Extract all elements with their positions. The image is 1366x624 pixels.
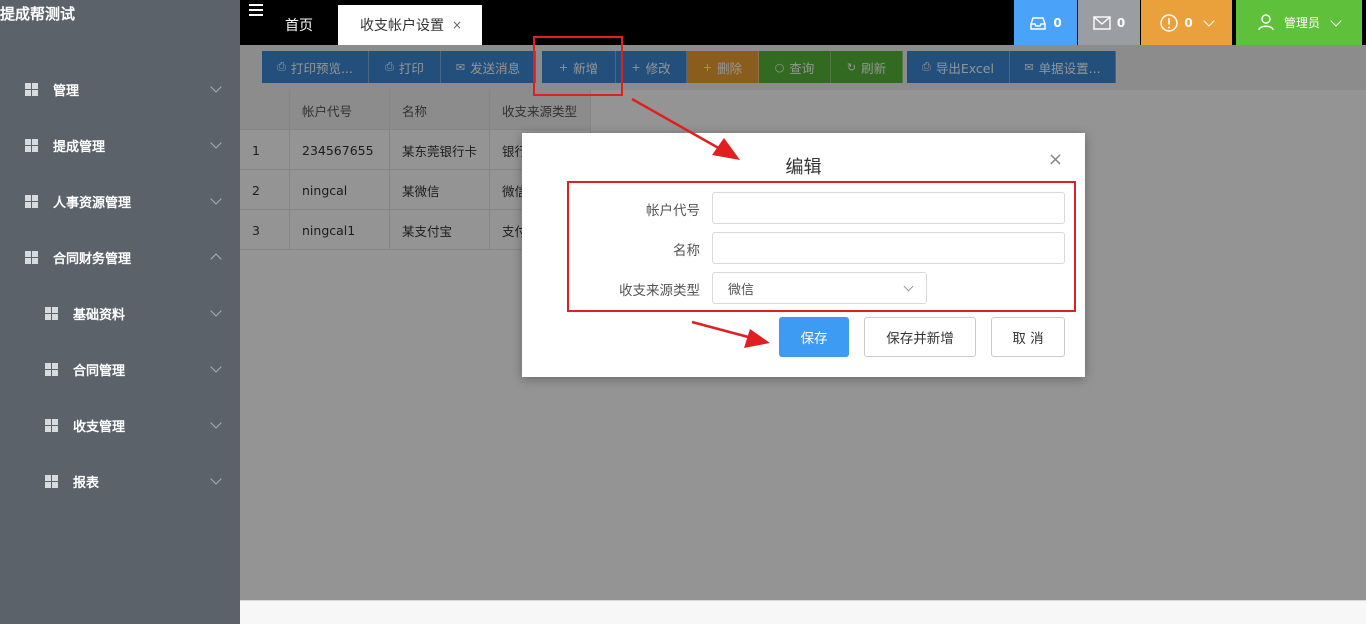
grid-icon xyxy=(25,250,38,264)
save-and-add-button[interactable]: 保存并新增 xyxy=(864,317,976,357)
sidebar-item-contracts[interactable]: 合同管理 xyxy=(0,354,240,384)
alert-button[interactable]: 0 xyxy=(1141,0,1232,45)
chevron-down-icon xyxy=(210,417,222,429)
tab-label: 收支帐户设置 xyxy=(360,18,444,34)
grid-icon xyxy=(45,306,58,320)
dialog-title: 编辑 xyxy=(785,157,822,178)
close-icon[interactable]: × xyxy=(452,18,462,32)
sidebar-item-management[interactable]: 管理 xyxy=(0,74,240,104)
chevron-down-icon xyxy=(210,81,222,93)
sidebar-item-label: 人事资源管理 xyxy=(53,195,132,211)
sidebar-item-basic-data[interactable]: 基础资料 xyxy=(0,298,240,328)
user-menu-button[interactable]: 管理员 xyxy=(1236,0,1362,45)
grid-icon xyxy=(45,474,58,488)
chevron-down-icon xyxy=(210,137,222,149)
cancel-button[interactable]: 取 消 xyxy=(991,317,1065,357)
top-bar: 首页 收支帐户设置 × 0 0 0 管理员 xyxy=(240,0,1366,45)
save-button[interactable]: 保存 xyxy=(779,317,849,357)
annotation-box-form-fields xyxy=(567,181,1076,312)
sidebar-item-reports[interactable]: 报表 xyxy=(0,466,240,496)
mail-icon xyxy=(1093,15,1111,30)
chevron-down-icon xyxy=(210,193,222,205)
sidebar: 提成帮测试 管理 提成管理 人事资源管理 合同财务管理 基础资料 合同管理 收支… xyxy=(0,0,240,624)
app-title: 提成帮测试 xyxy=(0,5,76,23)
mail-button[interactable]: 0 xyxy=(1078,0,1140,45)
chevron-down-icon xyxy=(1330,14,1342,27)
grid-icon xyxy=(25,194,38,208)
sidebar-item-label: 收支管理 xyxy=(73,419,126,435)
tab-account-settings[interactable]: 收支帐户设置 × xyxy=(338,5,482,45)
sidebar-item-label: 提成管理 xyxy=(53,139,106,155)
sidebar-item-label: 基础资料 xyxy=(73,307,126,323)
user-icon xyxy=(1258,14,1274,31)
grid-icon xyxy=(45,418,58,432)
user-name: 管理员 xyxy=(1283,16,1320,30)
alert-count: 0 xyxy=(1184,15,1193,30)
chevron-down-icon xyxy=(210,473,222,485)
sidebar-item-label: 合同管理 xyxy=(73,363,126,379)
chevron-down-icon xyxy=(1203,14,1215,27)
sidebar-item-contract-finance[interactable]: 合同财务管理 xyxy=(0,242,240,272)
grid-icon xyxy=(45,362,58,376)
inbox-count: 0 xyxy=(1053,15,1062,30)
annotation-box-add-button xyxy=(533,36,623,96)
menu-toggle-icon[interactable] xyxy=(249,4,263,16)
sidebar-item-label: 报表 xyxy=(73,475,100,491)
status-bar xyxy=(240,600,1366,624)
sidebar-item-label: 管理 xyxy=(53,83,80,99)
sidebar-item-label: 合同财务管理 xyxy=(53,251,132,267)
inbox-button[interactable]: 0 xyxy=(1014,0,1077,45)
chevron-down-icon xyxy=(210,361,222,373)
grid-icon xyxy=(25,138,38,152)
chevron-up-icon xyxy=(210,253,222,265)
mail-count: 0 xyxy=(1116,15,1126,30)
chevron-down-icon xyxy=(210,305,222,317)
sidebar-item-commission[interactable]: 提成管理 xyxy=(0,130,240,160)
sidebar-item-hr[interactable]: 人事资源管理 xyxy=(0,186,240,216)
sidebar-item-income-expense[interactable]: 收支管理 xyxy=(0,410,240,440)
grid-icon xyxy=(25,82,38,96)
tab-home[interactable]: 首页 xyxy=(272,6,326,44)
alert-icon xyxy=(1160,13,1179,32)
inbox-icon xyxy=(1030,16,1047,30)
close-icon[interactable]: × xyxy=(1048,151,1063,169)
